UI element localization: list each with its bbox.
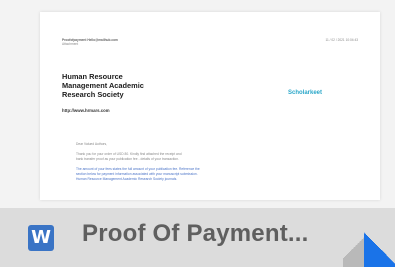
organization-name: Human Resource Management Academic Resea… [62, 72, 144, 99]
document-body: Dear Valued Authors, Thank you for your … [76, 142, 356, 187]
file-card[interactable]: Proofofpayment Hello@mailhub.com Attachm… [0, 0, 395, 267]
email-from: Proofofpayment Hello@mailhub.com Attachm… [62, 38, 118, 46]
document-preview[interactable]: Proofofpayment Hello@mailhub.com Attachm… [40, 12, 380, 200]
word-document-icon: W [28, 225, 54, 251]
corner-tab-icon [364, 229, 395, 267]
file-name[interactable]: Proof Of Payment... [82, 220, 342, 248]
email-header: Proofofpayment Hello@mailhub.com Attachm… [62, 38, 358, 54]
paragraph-1: Thank you for your order of USD 80. Kind… [76, 152, 182, 161]
organization-url: http://www.hrmars.com [62, 108, 110, 113]
paragraph-2: The amount of your fees states the full … [76, 167, 200, 181]
publisher-logo: Scholarkeet [288, 90, 323, 96]
email-date: 11 / 02 / 2021 10:04:43 [325, 38, 358, 42]
greeting: Dear Valued Authors, [76, 142, 108, 146]
